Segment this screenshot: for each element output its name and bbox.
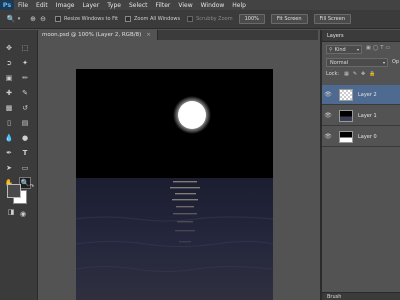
filter-icons[interactable]: ▣◯T▭	[366, 45, 392, 51]
resize-windows-checkbox[interactable]: Resize Windows to Fit	[55, 16, 118, 22]
menu-image[interactable]: Image	[52, 2, 79, 9]
eye-icon[interactable]: 👁	[322, 91, 334, 98]
layer-thumbnail	[339, 109, 353, 122]
brush-tool-icon[interactable]: ✎	[19, 87, 31, 99]
tab-strip	[158, 30, 318, 40]
menu-help[interactable]: Help	[228, 2, 250, 9]
menu-edit[interactable]: Edit	[32, 2, 52, 9]
healing-brush-tool-icon[interactable]: ✚	[3, 87, 15, 99]
close-icon[interactable]: ×	[146, 32, 151, 38]
screen-mode-icon[interactable]: ◨	[5, 206, 17, 218]
menu-type[interactable]: Type	[103, 2, 125, 9]
swap-colors-icon[interactable]: ↷	[26, 180, 38, 192]
layer-thumbnail	[339, 88, 353, 101]
clone-stamp-tool-icon[interactable]: ▩	[3, 102, 15, 114]
path-selection-tool-icon[interactable]: ➤	[3, 162, 15, 174]
quick-mask-icon[interactable]: ◉	[17, 208, 29, 220]
brush-panel-tab[interactable]: Brush	[320, 292, 400, 300]
menu-bar: Ps File Edit Image Layer Type Select Fil…	[0, 0, 400, 10]
resize-windows-label: Resize Windows to Fit	[64, 16, 118, 22]
fit-screen-button[interactable]: Fit Screen	[270, 14, 308, 24]
document-tab[interactable]: moon.psd @ 100% (Layer 2, RGB/8) ×	[38, 30, 158, 40]
search-icon: ⚲	[329, 46, 333, 53]
menu-select[interactable]: Select	[125, 2, 152, 9]
eye-icon[interactable]: 👁	[322, 112, 334, 119]
layer-name[interactable]: Layer 2	[358, 92, 377, 98]
checkbox-box[interactable]	[187, 16, 194, 22]
layer-row-layer-0[interactable]: 👁 Layer 0	[322, 127, 400, 147]
chevron-down-icon: ▾	[356, 47, 359, 52]
lasso-tool-icon[interactable]: ➲	[3, 57, 15, 69]
scrubby-zoom-label: Scrubby Zoom	[196, 16, 233, 22]
zoom-tool-preset-icon[interactable]: 🔍	[6, 14, 16, 24]
pen-tool-icon[interactable]: ✒	[3, 147, 15, 159]
checkbox-box[interactable]	[125, 16, 131, 22]
menu-file[interactable]: File	[14, 2, 32, 9]
menu-layer[interactable]: Layer	[78, 2, 103, 9]
lock-label: Lock:	[326, 71, 340, 77]
blend-mode-select[interactable]: Normal ▾	[326, 58, 388, 67]
rectangle-tool-icon[interactable]: ▭	[19, 162, 31, 174]
type-tool-icon[interactable]: T	[19, 147, 31, 159]
crop-tool-icon[interactable]: ▣	[3, 72, 15, 84]
foreground-color-swatch[interactable]	[7, 184, 21, 198]
canvas-area[interactable]	[38, 40, 318, 300]
layer-name[interactable]: Layer 0	[358, 134, 377, 140]
blend-mode-value: Normal	[330, 59, 349, 66]
opacity-label: Op	[392, 59, 400, 65]
zoom-out-icon[interactable]: ⊖	[38, 14, 48, 24]
moon	[178, 101, 206, 129]
options-bar: 🔍 ▾ ⊕ ⊖ Resize Windows to Fit Zoom All W…	[0, 10, 400, 29]
marquee-tool-icon[interactable]: ⬚	[19, 42, 31, 54]
brush-tab-label: Brush	[327, 293, 342, 300]
quick-select-tool-icon[interactable]: ✦	[19, 57, 31, 69]
zoom-100-button[interactable]: 100%	[238, 14, 265, 24]
zoom-all-checkbox[interactable]: Zoom All Windows	[125, 16, 180, 22]
layers-panel: Layers ⚲ Kind ▾ ▣◯T▭ Normal ▾ Op Lock: ▦…	[320, 30, 400, 292]
lock-icons[interactable]: ▦✎✥🔒	[344, 71, 379, 77]
chevron-down-icon: ▾	[382, 60, 385, 65]
gradient-tool-icon[interactable]: ▤	[19, 117, 31, 129]
sea	[76, 178, 273, 300]
document-canvas[interactable]	[76, 69, 273, 300]
menu-view[interactable]: View	[174, 2, 196, 9]
layer-thumbnail	[339, 130, 353, 143]
toolbox: ✥ ⬚ ➲ ✦ ▣ ✏ ✚ ✎ ▩ ↺ ▯ ▤ 💧 ● ✒ T ➤ ▭ ✋ 🔍 …	[0, 30, 38, 300]
eye-icon[interactable]: 👁	[322, 133, 334, 140]
scrubby-zoom-checkbox[interactable]: Scrubby Zoom	[187, 16, 233, 22]
blur-tool-icon[interactable]: 💧	[3, 132, 15, 144]
chevron-down-icon[interactable]: ▾	[16, 14, 22, 24]
zoom-all-label: Zoom All Windows	[134, 16, 181, 22]
zoom-in-icon[interactable]: ⊕	[28, 14, 38, 24]
lock-row: Lock: ▦✎✥🔒	[326, 71, 379, 77]
layer-name[interactable]: Layer 1	[358, 113, 377, 119]
eraser-tool-icon[interactable]: ▯	[3, 117, 15, 129]
dodge-tool-icon[interactable]: ●	[19, 132, 31, 144]
photoshop-logo: Ps	[0, 0, 14, 10]
layers-panel-title[interactable]: Layers	[327, 33, 344, 39]
layer-row-layer-1[interactable]: 👁 Layer 1	[322, 106, 400, 126]
kind-filter-label: Kind	[334, 46, 346, 53]
fill-screen-button[interactable]: Fill Screen	[313, 14, 352, 24]
layer-row-layer-2[interactable]: 👁 Layer 2	[322, 85, 400, 105]
kind-filter-select[interactable]: ⚲ Kind ▾	[326, 45, 362, 54]
move-tool-icon[interactable]: ✥	[3, 42, 15, 54]
eyedropper-tool-icon[interactable]: ✏	[19, 72, 31, 84]
checkbox-box[interactable]	[55, 16, 61, 22]
menu-window[interactable]: Window	[197, 2, 229, 9]
night-sky	[76, 69, 273, 178]
history-brush-tool-icon[interactable]: ↺	[19, 102, 31, 114]
menu-filter[interactable]: Filter	[152, 2, 175, 9]
document-tab-title: moon.psd @ 100% (Layer 2, RGB/8)	[42, 32, 142, 38]
